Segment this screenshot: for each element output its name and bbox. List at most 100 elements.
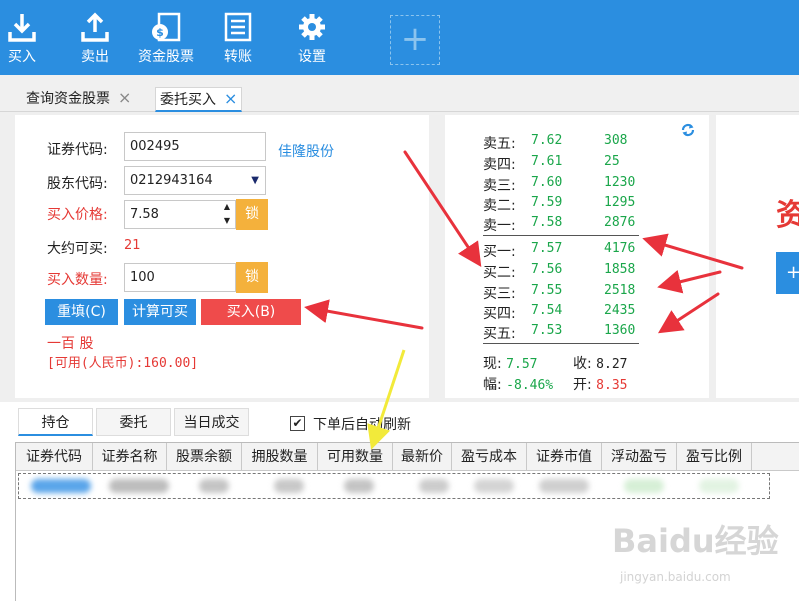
tab-entrust-buy[interactable]: 委托买入 × — [155, 87, 243, 112]
divider — [483, 235, 639, 236]
current-price: 现: 7.57 — [483, 353, 537, 373]
transfer-tool-button[interactable]: 转账 — [208, 12, 268, 66]
funds-tool-label: 资金股票 — [138, 49, 194, 65]
close-value: 8.27 — [596, 357, 628, 372]
funds-tool-button[interactable]: $ 资金股票 — [136, 12, 196, 66]
column-header[interactable]: 浮动盈亏 — [602, 443, 677, 471]
cut-off-button[interactable]: + — [776, 252, 799, 294]
buy-tool-label: 买入 — [8, 49, 36, 65]
approx-label: 大约可买: — [47, 241, 108, 257]
settings-tool-button[interactable]: 设置 — [282, 12, 342, 66]
refresh-icon[interactable] — [680, 122, 696, 138]
level-price: 7.58 — [531, 215, 563, 230]
sell-tool-label: 卖出 — [81, 49, 109, 65]
code-label: 证券代码: — [47, 142, 108, 158]
blurred-cell — [31, 479, 91, 493]
buy-button[interactable]: 买入(B) — [201, 299, 301, 325]
prev-close: 收: 8.27 — [573, 353, 627, 373]
column-header-filler — [752, 443, 799, 471]
add-tool-button[interactable]: + — [390, 15, 440, 65]
blurred-cell — [474, 479, 514, 493]
column-header[interactable]: 证券代码 — [16, 443, 93, 471]
transfer-tool-label: 转账 — [224, 49, 252, 65]
watermark-url: jingyan.baidu.com — [620, 570, 731, 584]
list-icon — [224, 12, 252, 42]
tab-label: 查询资金股票 — [26, 91, 110, 107]
bid-5-row: 买五: 7.53 1360 — [483, 323, 635, 343]
download-icon — [8, 14, 36, 42]
level-price: 7.59 — [531, 195, 563, 210]
blurred-cell — [539, 479, 589, 493]
sell-tool-button[interactable]: 卖出 — [65, 12, 125, 66]
holder-select[interactable]: 0212943164 ▼ — [124, 166, 266, 195]
tab-positions[interactable]: 持仓 — [18, 408, 93, 436]
level-price: 7.56 — [531, 262, 563, 277]
level-volume: 308 — [604, 133, 628, 148]
stock-name: 佳隆股份 — [278, 144, 334, 160]
blurred-cell — [109, 479, 169, 493]
spin-up-icon[interactable]: ▲ — [220, 201, 234, 213]
ask-3-row: 卖三: 7.60 1230 — [483, 175, 635, 195]
table-row[interactable] — [18, 473, 770, 499]
svg-text:$: $ — [156, 26, 164, 39]
column-header[interactable]: 证券市值 — [527, 443, 602, 471]
column-header[interactable]: 拥股数量 — [242, 443, 318, 471]
level-volume: 1295 — [604, 195, 636, 210]
settings-tool-label: 设置 — [298, 49, 326, 65]
level-name: 卖三: — [483, 178, 516, 194]
column-header[interactable]: 可用数量 — [318, 443, 393, 471]
tab-orders[interactable]: 委托 — [96, 408, 171, 436]
close-icon[interactable]: × — [224, 89, 237, 108]
ask-1-row: 卖一: 7.58 2876 — [483, 215, 635, 235]
qty-label: 买入数量: — [47, 272, 108, 288]
level-price: 7.54 — [531, 303, 563, 318]
divider — [483, 343, 639, 344]
blurred-cell — [699, 479, 739, 493]
holder-value: 0212943164 — [130, 173, 213, 188]
qty-input[interactable]: 100 — [124, 263, 236, 292]
level-name: 买二: — [483, 265, 516, 281]
ask-2-row: 卖二: 7.59 1295 — [483, 195, 635, 215]
calc-button[interactable]: 计算可买 — [124, 299, 196, 325]
column-header[interactable]: 盈亏成本 — [452, 443, 527, 471]
open-value: 8.35 — [596, 378, 628, 393]
column-header[interactable]: 盈亏比例 — [677, 443, 752, 471]
level-volume: 1858 — [604, 262, 636, 277]
available-funds: [可用(人民币):160.00] — [47, 356, 199, 371]
gear-icon — [299, 14, 325, 40]
price-lock-button[interactable]: 锁 — [236, 199, 268, 230]
level-price: 7.55 — [531, 283, 563, 298]
level-volume: 2876 — [604, 215, 636, 230]
qty-in-words: 一百 股 — [47, 336, 94, 352]
level-volume: 2435 — [604, 303, 636, 318]
tab-query-funds[interactable]: 查询资金股票 × — [22, 87, 135, 112]
spin-down-icon[interactable]: ▼ — [220, 215, 234, 227]
approx-value: 21 — [124, 238, 141, 253]
open-label: 开: — [573, 377, 592, 393]
watermark-logo: Baidu经验 — [612, 522, 779, 560]
column-header[interactable]: 证券名称 — [93, 443, 167, 471]
auto-refresh-checkbox[interactable]: ✔ — [290, 416, 305, 431]
buy-tool-button[interactable]: 买入 — [0, 12, 52, 66]
blurred-cell — [274, 479, 304, 493]
level-volume: 2518 — [604, 283, 636, 298]
level-volume: 1360 — [604, 323, 636, 338]
level-volume: 4176 — [604, 241, 636, 256]
close-label: 收: — [573, 356, 592, 372]
code-input[interactable]: 002495 — [124, 132, 266, 161]
close-icon[interactable]: × — [118, 88, 131, 107]
change-pct: 幅: -8.46% — [483, 374, 553, 394]
level-name: 买一: — [483, 244, 516, 260]
column-header[interactable]: 最新价 — [393, 443, 452, 471]
level-volume: 1230 — [604, 175, 636, 190]
qty-lock-button[interactable]: 锁 — [236, 262, 268, 293]
reset-button[interactable]: 重填(C) — [45, 299, 118, 325]
tab-today-deals[interactable]: 当日成交 — [174, 408, 249, 436]
bid-4-row: 买四: 7.54 2435 — [483, 303, 635, 323]
ask-4-row: 卖四: 7.61 25 — [483, 154, 620, 174]
price-label: 买入价格: — [47, 207, 108, 223]
main-toolbar: 买入 卖出 $ 资金股票 转账 设置 + — [0, 0, 799, 75]
level-price: 7.53 — [531, 323, 563, 338]
column-header[interactable]: 股票余额 — [167, 443, 242, 471]
blurred-cell — [419, 479, 449, 493]
